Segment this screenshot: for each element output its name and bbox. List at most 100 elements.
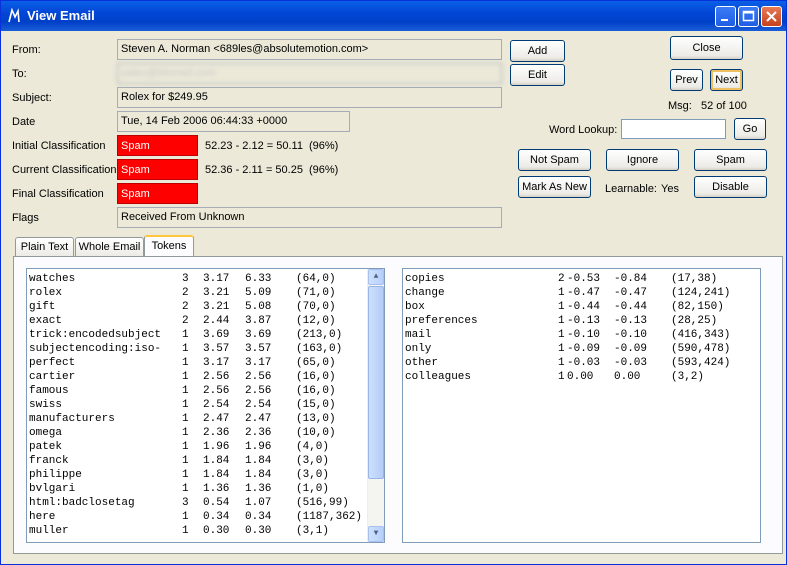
minimize-button[interactable] xyxy=(715,6,736,27)
token-score: 2.56 xyxy=(203,371,230,383)
spam-token-list[interactable]: ▲ ▼ watches 3 3.17 6.33 (64,0) rolex 2 3.21 5.09… xyxy=(26,268,385,543)
token-name: html:badclosetag xyxy=(29,497,135,509)
token-total: 2.47 xyxy=(245,413,272,425)
token-counts: (64,0) xyxy=(296,273,336,285)
msg-label: Msg: xyxy=(668,100,692,112)
token-count: 2 xyxy=(182,287,189,299)
token-total: -0.09 xyxy=(614,343,648,355)
token-counts: (593,424) xyxy=(671,357,731,369)
token-total: 0.30 xyxy=(245,525,272,537)
scroll-thumb[interactable] xyxy=(368,286,384,479)
tab-plain-text[interactable]: Plain Text xyxy=(15,237,74,256)
token-counts: (71,0) xyxy=(296,287,336,299)
scroll-down-icon[interactable]: ▼ xyxy=(368,526,384,542)
token-name: trick:encodedsubject xyxy=(29,329,162,341)
token-total: -0.47 xyxy=(614,287,648,299)
disable-button[interactable]: Disable xyxy=(694,176,767,198)
token-count: 3 xyxy=(182,273,189,285)
token-total: 6.33 xyxy=(245,273,272,285)
token-name: box xyxy=(405,301,425,313)
token-total: 0.34 xyxy=(245,511,272,523)
token-name: perfect xyxy=(29,357,76,369)
tab-tokens[interactable]: Tokens xyxy=(144,235,194,257)
spam-button[interactable]: Spam xyxy=(694,149,767,171)
token-counts: (17,38) xyxy=(671,273,718,285)
token-total: 3.57 xyxy=(245,343,272,355)
close-button[interactable]: Close xyxy=(670,36,743,60)
token-total: 1.36 xyxy=(245,483,272,495)
subject-label: Subject: xyxy=(12,92,52,104)
token-count: 3 xyxy=(182,497,189,509)
token-score: 3.17 xyxy=(203,357,230,369)
close-icon xyxy=(766,11,777,22)
from-field[interactable]: Steven A. Norman <689les@absolutemotion.… xyxy=(117,39,502,60)
ham-token-list[interactable]: copies 2 -0.53 -0.84 (17,38) change 1 -0.47 -0.4… xyxy=(402,268,761,543)
token-counts: (3,2) xyxy=(671,371,705,383)
date-field[interactable]: Tue, 14 Feb 2006 06:44:33 +0000 xyxy=(117,111,350,132)
token-counts: (15,0) xyxy=(296,399,336,411)
token-score: 1.36 xyxy=(203,483,230,495)
token-count: 1 xyxy=(558,287,565,299)
subject-field[interactable]: Rolex for $249.95 xyxy=(117,87,502,108)
date-label: Date xyxy=(12,116,36,128)
view-email-window: View Email From: Steven A. Norman <689le… xyxy=(0,0,787,565)
token-count: 2 xyxy=(182,315,189,327)
prev-button[interactable]: Prev xyxy=(670,69,703,91)
token-count: 1 xyxy=(558,315,565,327)
scroll-up-icon[interactable]: ▲ xyxy=(368,269,384,285)
next-button[interactable]: Next xyxy=(710,69,743,91)
token-score: 1.96 xyxy=(203,441,230,453)
token-score: 2.36 xyxy=(203,427,230,439)
token-counts: (10,0) xyxy=(296,427,336,439)
mark-as-new-button[interactable]: Mark As New xyxy=(518,176,591,198)
current-classification-badge: Spam xyxy=(117,159,198,180)
token-name: rolex xyxy=(29,287,63,299)
token-score: 2.44 xyxy=(203,315,230,327)
token-counts: (213,0) xyxy=(296,329,343,341)
lookup-go-button[interactable]: Go xyxy=(734,118,766,140)
title-bar[interactable]: View Email xyxy=(1,1,786,31)
token-name: mail xyxy=(405,329,432,341)
token-score: -0.53 xyxy=(567,273,601,285)
from-label: From: xyxy=(12,44,41,56)
not-spam-button[interactable]: Not Spam xyxy=(518,149,591,171)
token-total: 3.17 xyxy=(245,357,272,369)
token-counts: (16,0) xyxy=(296,371,336,383)
token-count: 1 xyxy=(558,343,565,355)
token-counts: (516,99) xyxy=(296,497,349,509)
token-counts: (163,0) xyxy=(296,343,343,355)
word-lookup-input[interactable] xyxy=(621,119,726,139)
add-button[interactable]: Add xyxy=(510,40,565,62)
token-total: 0.00 xyxy=(614,371,641,383)
window-title: View Email xyxy=(27,8,95,23)
tab-whole-email[interactable]: Whole Email xyxy=(75,237,144,256)
token-score: -0.13 xyxy=(567,315,601,327)
ignore-button[interactable]: Ignore xyxy=(606,149,679,171)
close-window-button[interactable] xyxy=(761,6,782,27)
token-score: 0.34 xyxy=(203,511,230,523)
flags-field[interactable]: Received From Unknown xyxy=(117,207,502,228)
token-count: 1 xyxy=(182,343,189,355)
token-score: -0.47 xyxy=(567,287,601,299)
token-count: 1 xyxy=(182,441,189,453)
edit-button[interactable]: Edit xyxy=(510,64,565,86)
token-name: swiss xyxy=(29,399,63,411)
token-count: 1 xyxy=(182,427,189,439)
token-score: 3.21 xyxy=(203,287,230,299)
to-field[interactable]: sales@blurred.com xyxy=(117,63,502,84)
token-total: 1.96 xyxy=(245,441,272,453)
spam-list-scrollbar[interactable]: ▲ ▼ xyxy=(367,269,384,542)
token-name: exact xyxy=(29,315,63,327)
token-count: 1 xyxy=(558,301,565,313)
token-name: copies xyxy=(405,273,445,285)
token-name: muller xyxy=(29,525,69,537)
token-count: 1 xyxy=(182,525,189,537)
token-name: change xyxy=(405,287,445,299)
token-total: -0.84 xyxy=(614,273,648,285)
token-counts: (590,478) xyxy=(671,343,731,355)
token-count: 1 xyxy=(182,483,189,495)
token-count: 1 xyxy=(182,357,189,369)
token-count: 1 xyxy=(558,371,565,383)
maximize-button[interactable] xyxy=(738,6,759,27)
token-counts: (13,0) xyxy=(296,413,336,425)
